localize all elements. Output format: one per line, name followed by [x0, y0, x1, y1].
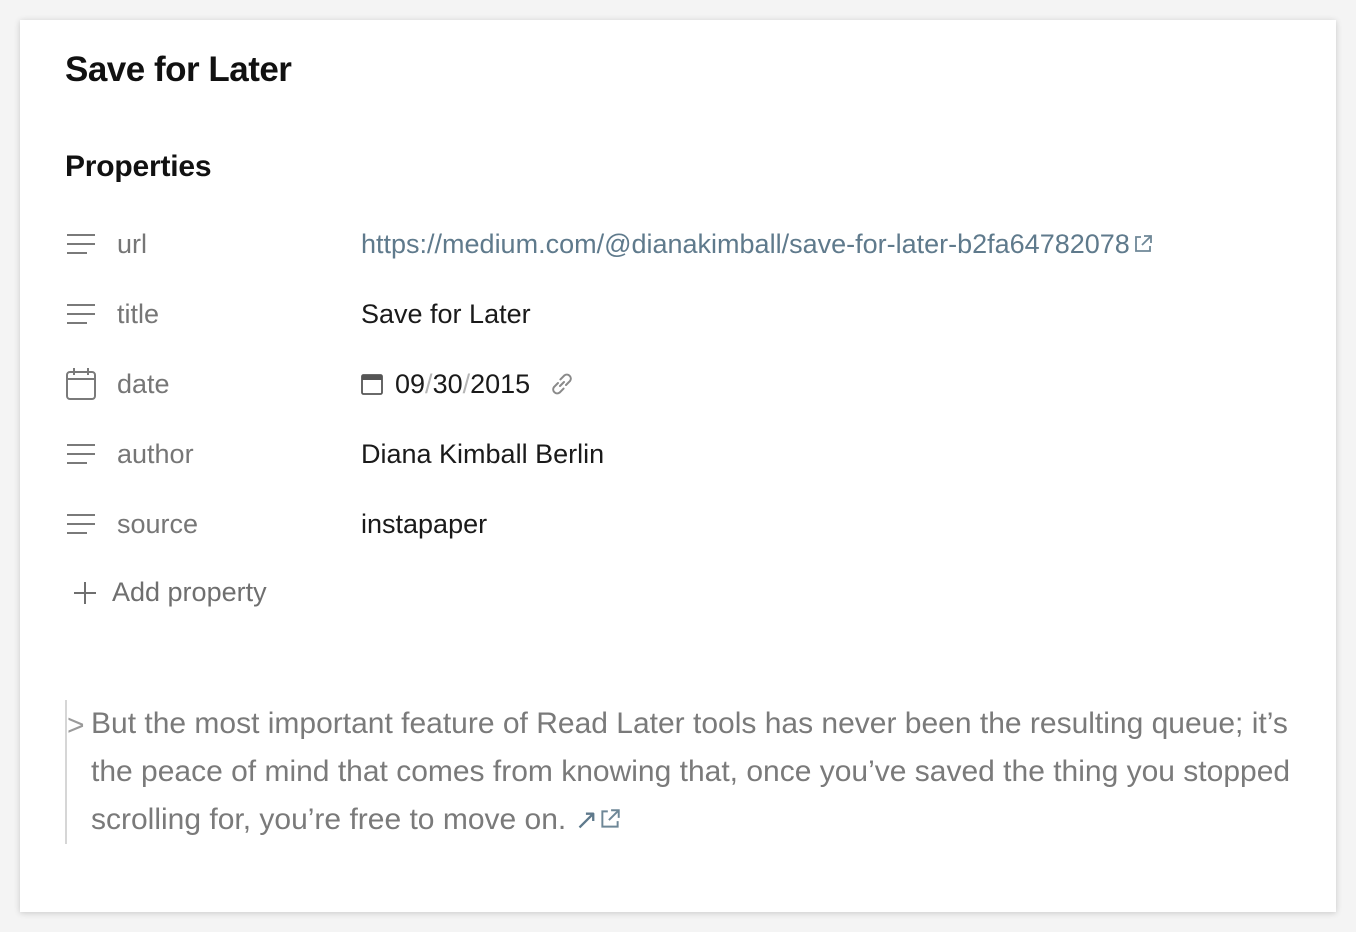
property-row-url[interactable]: url https://medium.com/@dianakimball/sav…	[65, 222, 1305, 266]
date-picker-icon[interactable]	[361, 372, 383, 396]
external-link-icon[interactable]	[1132, 233, 1154, 255]
property-name-author: author	[117, 438, 194, 469]
date-separator: /	[462, 368, 471, 399]
property-name-title: title	[117, 298, 160, 329]
property-row-source[interactable]: source instapaper	[65, 502, 1305, 546]
property-name-date: date	[117, 368, 170, 399]
add-property-label: Add property	[112, 577, 267, 607]
property-name-url: url	[117, 228, 148, 259]
arrow-up-right-icon: ↗	[574, 804, 599, 835]
property-row-author[interactable]: author Diana Kimball Berlin	[65, 432, 1305, 476]
property-value-url[interactable]: https://medium.com/@dianakimball/save-fo…	[361, 229, 1154, 260]
blockquote: > But the most important feature of Read…	[65, 700, 1305, 844]
quote-text: But the most important feature of Read L…	[91, 707, 1291, 836]
text-lines-icon	[65, 437, 99, 471]
quote-source-link[interactable]: ↗	[575, 804, 622, 835]
page-title: Save for Later	[65, 50, 292, 89]
date-separator: /	[425, 368, 433, 399]
text-lines-icon	[65, 297, 99, 331]
add-property-button[interactable]: Add property	[72, 577, 267, 608]
link-icon[interactable]	[548, 370, 576, 398]
url-link[interactable]: https://medium.com/@dianakimball/save-fo…	[361, 229, 1130, 260]
property-name-source: source	[117, 508, 199, 539]
property-value-date[interactable]: 09/30/2015	[361, 369, 576, 400]
property-value-title[interactable]: Save for Later	[361, 299, 531, 330]
quote-marker: >	[67, 709, 85, 742]
property-value-source[interactable]: instapaper	[361, 509, 487, 540]
text-lines-icon	[65, 507, 99, 541]
date-year[interactable]: 2015	[470, 369, 530, 400]
properties-heading: Properties	[65, 150, 212, 183]
property-row-title[interactable]: title Save for Later	[65, 292, 1305, 336]
date-day[interactable]: 30	[433, 369, 463, 400]
note-card: Save for Later Properties url https://me…	[20, 20, 1336, 912]
external-link-icon	[598, 807, 622, 831]
property-row-date[interactable]: date 09/30/2015	[65, 362, 1305, 406]
property-value-author[interactable]: Diana Kimball Berlin	[361, 439, 604, 470]
calendar-icon	[65, 367, 99, 401]
date-month[interactable]: 09	[395, 369, 425, 400]
text-lines-icon	[65, 227, 99, 261]
plus-icon	[72, 580, 98, 606]
